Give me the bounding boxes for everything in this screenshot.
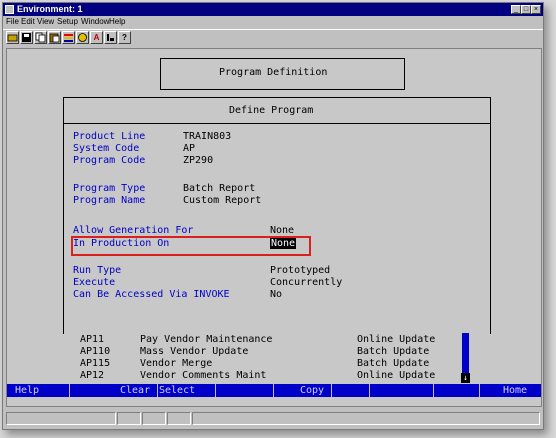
scroll-down-icon[interactable]: ↓ [461,373,470,383]
outer-panel-title: Program Definition [219,67,328,78]
status-panel [142,412,166,425]
fkey-separator [215,384,216,397]
allow-generation-value[interactable]: None [270,225,294,236]
list-item-code[interactable]: AP12 [80,370,104,381]
function-key-bar: Help Clear Select Copy Home [7,384,541,397]
list-item-code[interactable]: AP115 [80,358,110,369]
list-item-name[interactable]: Pay Vendor Maintenance [140,334,272,345]
help-icon[interactable]: ? [118,31,131,44]
fkey-separator [331,384,332,397]
title-bar: Environment: 1 _ □ × [3,3,543,16]
list-item-name[interactable]: Vendor Merge [140,358,212,369]
program-type-label: Program Type [73,183,146,194]
system-code-value[interactable]: AP [183,143,195,154]
list-item-type: Batch Update [357,346,430,357]
status-panel [6,412,116,425]
list-item-code[interactable]: AP110 [80,346,110,357]
minimize-button[interactable]: _ [511,5,521,14]
fkey-separator [433,384,434,397]
highlight-box [71,236,311,256]
font-icon[interactable]: A [90,31,103,44]
close-button[interactable]: × [531,5,541,14]
fkey-separator [273,384,274,397]
help-key[interactable]: Help [15,384,39,397]
fkey-separator [69,384,70,397]
program-code-value[interactable]: ZP290 [183,155,213,166]
fkey-separator [157,384,158,397]
list-item-name[interactable]: Vendor Comments Maint [140,370,266,381]
cursor-icon[interactable] [104,31,117,44]
product-line-value[interactable]: TRAIN803 [183,131,231,142]
allow-generation-label: Allow Generation For [73,225,194,236]
inner-panel-title: Define Program [229,105,314,116]
invoke-label: Can Be Accessed Via INVOKE [73,289,230,300]
terminal-screen[interactable]: Program Definition Define Program Produc… [6,48,542,407]
paste-icon[interactable] [48,31,61,44]
execute-value[interactable]: Concurrently [270,277,342,288]
menu-window[interactable]: Window [81,17,109,26]
image-icon[interactable] [76,31,89,44]
menu-bar: File Edit View Setup Window Help [3,16,543,29]
status-panel [117,412,141,425]
program-type-value[interactable]: Batch Report [183,183,255,194]
copy-icon[interactable] [34,31,47,44]
menu-setup[interactable]: Setup [57,17,78,26]
program-name-value[interactable]: Custom Report [183,195,261,206]
menu-view[interactable]: View [37,17,54,26]
toolbar: A ? [3,29,543,46]
open-icon[interactable] [6,31,19,44]
save-icon[interactable] [20,31,33,44]
program-definition-panel: Program Definition [160,58,405,90]
maximize-button[interactable]: □ [521,5,531,14]
product-line-label: Product Line [73,131,146,142]
run-type-label: Run Type [73,265,122,276]
menu-file[interactable]: File [6,17,19,26]
list-item-type: Batch Update [357,358,430,369]
system-code-label: System Code [73,143,140,154]
run-type-value[interactable]: Prototyped [270,265,330,276]
list-item-type: Online Update [357,370,436,381]
status-panel [167,412,191,425]
color-icon[interactable] [62,31,75,44]
app-icon [5,5,14,14]
list-item-code[interactable]: AP11 [80,334,104,345]
home-key[interactable]: Home [503,384,527,397]
window-title: Environment: 1 [17,4,83,14]
list-item-type: Online Update [357,334,436,345]
select-key[interactable]: Select [159,384,195,397]
status-panel [192,412,540,425]
clear-key[interactable]: Clear [120,384,150,397]
invoke-value[interactable]: No [270,289,282,300]
menu-help[interactable]: Help [109,17,125,26]
list-item-name[interactable]: Mass Vendor Update [140,346,248,357]
copy-key[interactable]: Copy [300,384,324,397]
panel-divider [64,123,490,124]
program-name-label: Program Name [73,195,146,206]
program-code-label: Program Code [73,155,146,166]
fkey-separator [479,384,480,397]
menu-edit[interactable]: Edit [21,17,35,26]
status-bar [3,410,543,427]
application-window: Environment: 1 _ □ × File Edit View Setu… [2,2,544,430]
execute-label: Execute [73,277,116,288]
fkey-separator [369,384,370,397]
